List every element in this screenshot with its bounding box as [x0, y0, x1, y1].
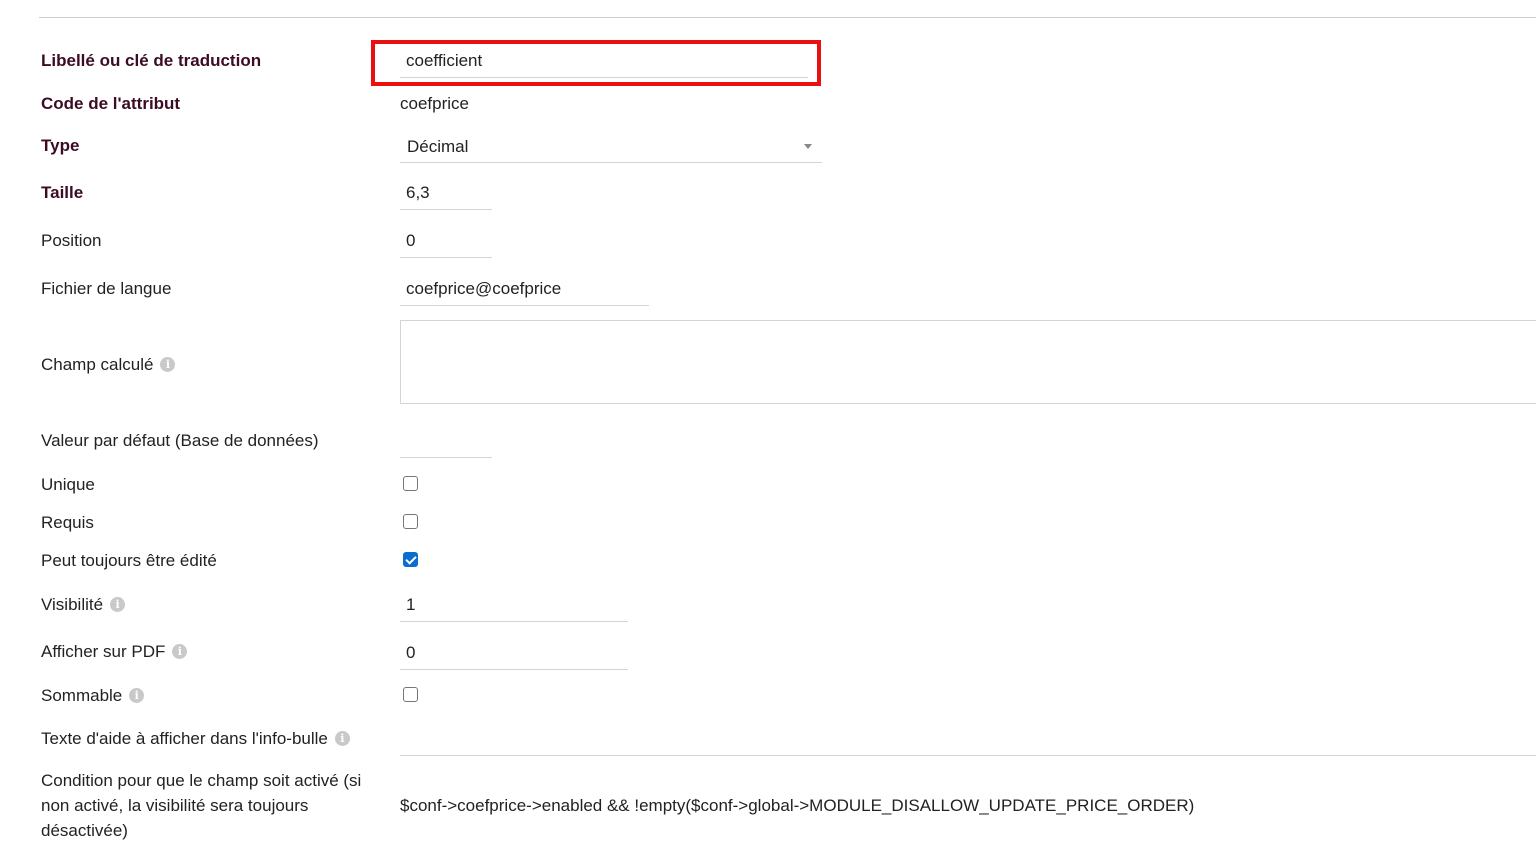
- type-select[interactable]: Décimal: [400, 130, 822, 163]
- show-on-pdf-input[interactable]: [400, 636, 628, 670]
- computed-field-textarea[interactable]: [400, 320, 1536, 404]
- dropdown-arrow-icon: [804, 144, 812, 149]
- language-file-label: Fichier de langue: [41, 279, 172, 298]
- required-checkbox[interactable]: [403, 514, 418, 529]
- info-icon[interactable]: i: [129, 688, 145, 704]
- extrafield-edit-form: Libellé ou clé de traduction Code de l'a…: [0, 0, 1536, 858]
- position-label: Position: [41, 231, 102, 250]
- required-label: Requis: [41, 513, 94, 532]
- info-icon[interactable]: i: [172, 644, 188, 660]
- enabled-condition-label: Condition pour que le champ soit activé …: [41, 771, 362, 840]
- top-divider: [39, 17, 1536, 18]
- attribute-code-label: Code de l'attribut: [41, 94, 181, 113]
- unique-checkbox[interactable]: [403, 476, 418, 491]
- summable-row-label: Sommable i: [41, 683, 145, 708]
- enabled-condition-value[interactable]: $conf->coefprice->enabled && !empty($con…: [400, 793, 1194, 818]
- position-input[interactable]: [400, 224, 492, 258]
- summable-checkbox[interactable]: [403, 687, 418, 702]
- default-value-label: Valeur par défaut (Base de données): [41, 431, 319, 450]
- always-editable-label: Peut toujours être édité: [41, 551, 217, 570]
- type-label: Type: [41, 136, 80, 155]
- attribute-code-value: coefprice: [400, 94, 469, 113]
- show-on-pdf-label: Afficher sur PDF: [41, 642, 166, 661]
- always-editable-checkbox[interactable]: [403, 552, 418, 567]
- label-field-label: Libellé ou clé de traduction: [41, 51, 262, 70]
- unique-label: Unique: [41, 475, 95, 494]
- info-icon[interactable]: i: [110, 597, 126, 613]
- visibility-row-label: Visibilité i: [41, 592, 126, 617]
- visibility-input[interactable]: [400, 588, 628, 622]
- help-text-input[interactable]: [400, 755, 1536, 756]
- type-selected-value: Décimal: [407, 137, 469, 156]
- show-on-pdf-row-label: Afficher sur PDF i: [41, 639, 188, 664]
- info-icon[interactable]: i: [334, 731, 350, 747]
- size-label: Taille: [41, 183, 84, 202]
- help-text-label: Texte d'aide à afficher dans l'info-bull…: [41, 729, 328, 748]
- help-text-row-label: Texte d'aide à afficher dans l'info-bull…: [41, 726, 350, 751]
- size-input[interactable]: [400, 176, 492, 210]
- language-file-input[interactable]: [400, 272, 649, 306]
- highlight-annotation: [371, 40, 821, 86]
- summable-label: Sommable: [41, 686, 123, 705]
- info-icon[interactable]: i: [160, 357, 176, 373]
- default-value-input[interactable]: [400, 424, 492, 458]
- computed-field-label: Champ calculé: [41, 355, 154, 374]
- visibility-label: Visibilité: [41, 595, 104, 614]
- computed-field-row-label: Champ calculé i: [41, 352, 176, 377]
